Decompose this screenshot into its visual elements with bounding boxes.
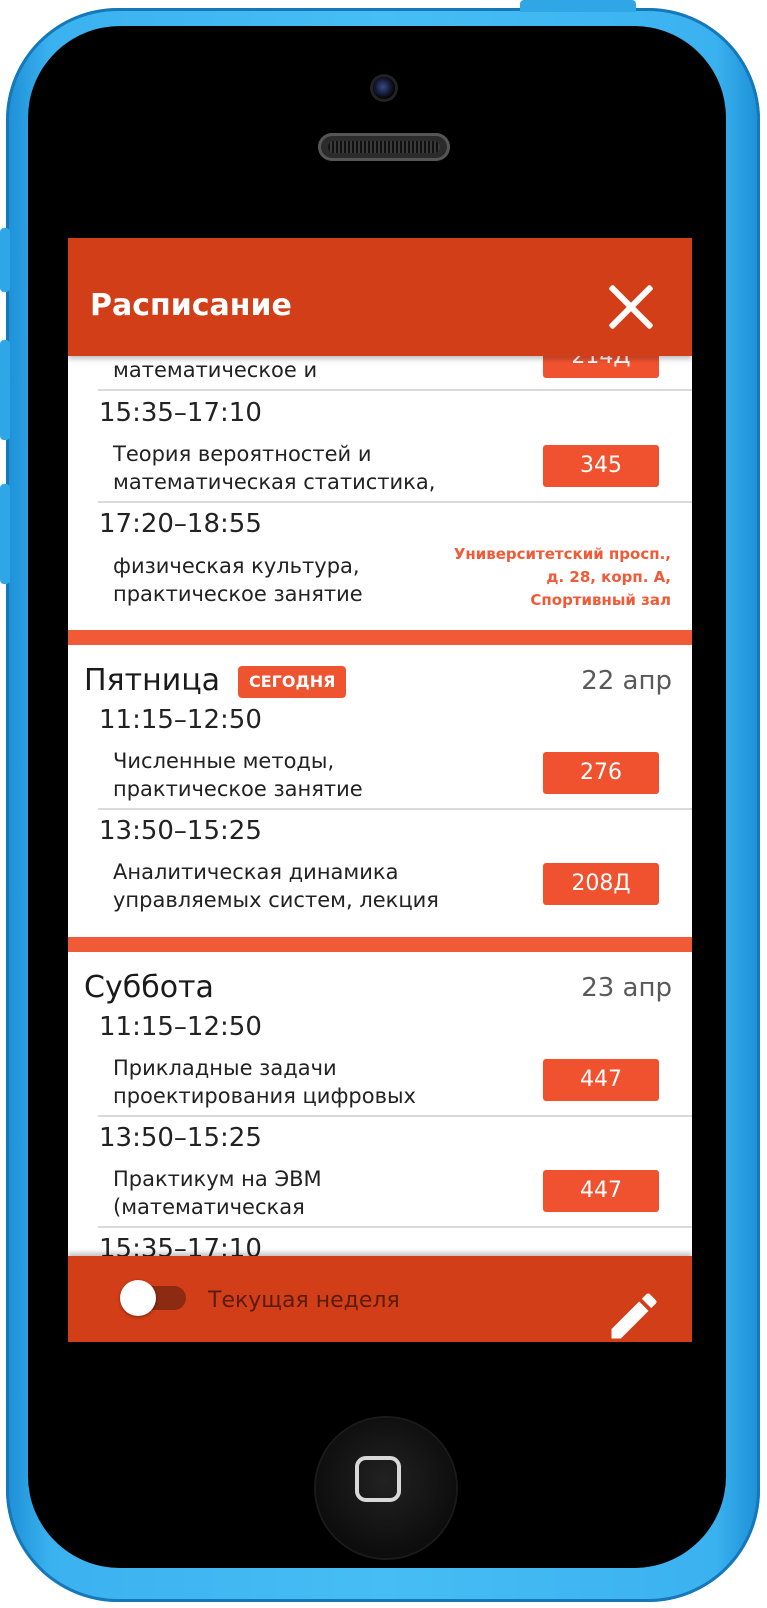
day-separator [68, 630, 692, 645]
lesson-time: 17:20–18:55 [99, 509, 262, 539]
pencil-icon-svg [611, 1293, 657, 1339]
lesson-time: 15:35–17:10 [99, 398, 262, 428]
today-badge: СЕГОДНЯ [238, 666, 347, 698]
app-bar: Расписание [68, 238, 692, 356]
close-icon[interactable] [606, 282, 656, 332]
lesson-subject-line: (математическая [113, 1195, 305, 1219]
front-camera [373, 77, 395, 99]
lesson-divider [98, 1115, 692, 1117]
day-name: Суббота [84, 970, 214, 1005]
mute-switch [0, 228, 10, 292]
lesson-subject-line: Теория вероятностей и [113, 442, 372, 466]
power-button [520, 0, 636, 12]
lesson-subject-line: проектирования цифровых [113, 1084, 416, 1108]
toggle-knob[interactable] [120, 1280, 156, 1316]
room-button[interactable]: 447 [543, 1059, 659, 1101]
room-button[interactable]: 345 [543, 445, 659, 487]
location-line: д. 28, корп. А, [546, 568, 671, 586]
day-separator [68, 937, 692, 952]
lesson-subject-line: Численные методы, [113, 749, 335, 773]
volume-down-button [0, 484, 10, 584]
lesson-subject-partial: математическое и [113, 358, 318, 382]
lesson-time: 11:15–12:50 [99, 1012, 262, 1042]
toggle-label: Текущая неделя [208, 1288, 400, 1313]
lesson-subject: Практикум на ЭВМ (математическая [113, 1165, 513, 1221]
lesson-subject: Численные методы, практическое занятие [113, 747, 513, 803]
pencil-icon[interactable] [604, 1286, 664, 1342]
lesson-time: 11:15–12:50 [99, 705, 262, 735]
lesson-subject: Аналитическая динамика управляемых систе… [113, 858, 513, 914]
day-name: Пятница [84, 663, 220, 698]
volume-up-button [0, 340, 10, 440]
earpiece-speaker [318, 133, 450, 161]
schedule-list[interactable]: математическое и 214Д 15:35–17:10 Теория… [68, 238, 692, 1342]
lesson-subject-line: Практикум на ЭВМ [113, 1167, 322, 1191]
lesson-divider [98, 501, 692, 503]
lesson-divider [98, 1226, 692, 1228]
room-button[interactable]: 276 [543, 752, 659, 794]
lesson-divider [98, 389, 692, 391]
room-button[interactable]: 447 [543, 1170, 659, 1212]
location-line: Спортивный зал [530, 591, 671, 609]
lesson-subject-line: математическая статистика, [113, 470, 436, 494]
lesson-divider [98, 808, 692, 810]
lesson-subject-line: практическое занятие [113, 777, 363, 801]
day-date: 22 апр [581, 666, 672, 696]
location-line: Университетский просп., [453, 545, 671, 563]
home-button-icon [355, 1456, 401, 1502]
room-button[interactable]: 208Д [543, 863, 659, 905]
app-screen: математическое и 214Д 15:35–17:10 Теория… [68, 238, 692, 1342]
lesson-subject: Прикладные задачи проектирования цифровы… [113, 1054, 513, 1110]
bottom-bar: Текущая неделя [68, 1256, 692, 1342]
lesson-subject-line: Прикладные задачи [113, 1056, 337, 1080]
day-date: 23 апр [581, 973, 672, 1003]
location-link[interactable]: Университетский просп., д. 28, корп. А, … [411, 543, 671, 612]
lesson-subject: Теория вероятностей и математическая ста… [113, 440, 513, 496]
lesson-time: 13:50–15:25 [99, 1123, 262, 1153]
lesson-subject-line: управляемых систем, лекция [113, 888, 439, 912]
page-title: Расписание [90, 288, 292, 323]
lesson-subject-line: Аналитическая динамика [113, 860, 399, 884]
lesson-time: 13:50–15:25 [99, 816, 262, 846]
